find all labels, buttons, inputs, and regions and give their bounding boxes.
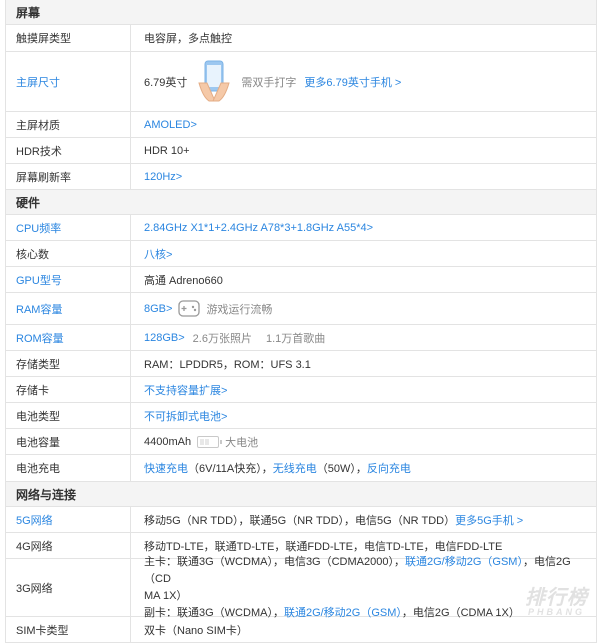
spec-row-hdr: HDR技术 HDR 10+ xyxy=(6,138,596,164)
spec-label: 核心数 xyxy=(6,241,131,266)
section-header-network: 网络与连接 xyxy=(6,482,596,507)
section-header-hardware: 硬件 xyxy=(6,190,596,215)
spec-label: 电池容量 xyxy=(6,429,131,454)
screen-size-value: 6.79英寸 xyxy=(144,76,188,89)
fast-charge-detail: （6V/11A快充）， xyxy=(188,463,273,475)
spec-value: AMOLED> xyxy=(131,112,596,137)
watermark-main: 排行榜 xyxy=(525,587,588,609)
spec-label: 3G网络 xyxy=(6,559,131,616)
rom-link[interactable]: 128GB> xyxy=(144,332,185,344)
spec-label-link[interactable]: 5G网络 xyxy=(6,507,131,532)
fast-charge-link[interactable]: 快速充电 xyxy=(144,460,188,476)
spec-value: 快速充电 （6V/11A快充）， 无线充电 （50W）， 反向充电 xyxy=(131,455,596,481)
section-header-screen: 屏幕 xyxy=(6,0,596,25)
spec-value: 电容屏，多点触控 xyxy=(144,33,232,45)
spec-row-battype: 电池类型 不可拆卸式电池> xyxy=(6,403,596,429)
spec-value: 6.79英寸 需双手打字 更多6.79英寸手机 > xyxy=(131,52,596,111)
spec-row-ram: RAM容量 8GB> 游戏运行流畅 xyxy=(6,293,596,325)
spec-label: 屏幕刷新率 xyxy=(6,164,131,189)
spec-row-sim: SIM卡类型 双卡（Nano SIM卡） xyxy=(6,617,596,643)
spec-row-3g: 3G网络 主卡：联通3G（WCDMA），电信3G（CDMA2000），联通2G/… xyxy=(6,556,596,619)
spec-label: 主屏材质 xyxy=(6,112,131,137)
spec-row-rom: ROM容量 128GB> 2.6万张照片 1.1万首歌曲 xyxy=(6,325,596,351)
spec-table: 屏幕 触摸屏类型 电容屏，多点触控 主屏尺寸 6.79英寸 需双手打字 更多6.… xyxy=(5,0,597,643)
two-hand-phone-icon xyxy=(197,59,231,105)
spec-value: 不支持容量扩展> xyxy=(131,377,596,402)
photo-count: 2.6万张照片 xyxy=(192,332,252,345)
capacity-hint: 大电池 xyxy=(225,436,259,449)
song-count: 1.1万首歌曲 xyxy=(265,332,326,345)
size-hint: 需双手打字 xyxy=(241,76,297,89)
spec-label: 电池充电 xyxy=(6,455,131,481)
spec-label-link[interactable]: CPU频率 xyxy=(6,215,131,240)
spec-value: 2.84GHz X1*1+2.4GHz A78*3+1.8GHz A55*4> xyxy=(131,215,596,240)
spec-label-link[interactable]: 主屏尺寸 xyxy=(6,52,131,111)
spec-row-card: 存储卡 不支持容量扩展> xyxy=(6,377,596,403)
spec-row-cpu: CPU频率 2.84GHz X1*1+2.4GHz A78*3+1.8GHz A… xyxy=(6,215,596,241)
section-title: 屏幕 xyxy=(16,5,41,20)
spec-label: 4G网络 xyxy=(6,533,131,558)
main-card-line-wrap: MA 1X） xyxy=(144,589,188,602)
spec-value: 双卡（Nano SIM卡） xyxy=(144,624,248,637)
spec-label: 存储类型 xyxy=(6,351,131,376)
spec-row-charging: 电池充电 快速充电 （6V/11A快充）， 无线充电 （50W）， 反向充电 xyxy=(6,455,596,482)
wireless-charge-link[interactable]: 无线充电 xyxy=(273,460,317,476)
main-card-text: 主卡：联通3G（WCDMA），电信3G（CDMA2000）， xyxy=(144,555,405,568)
spec-label-link[interactable]: GPU型号 xyxy=(6,267,131,292)
capacity-value: 4400mAh xyxy=(144,435,192,448)
spec-row-touch: 触摸屏类型 电容屏，多点触控 xyxy=(6,25,596,52)
more-5g-phones-link[interactable]: 更多5G手机 > xyxy=(455,512,523,528)
cpu-link[interactable]: 2.84GHz X1*1+2.4GHz A78*3+1.8GHz A55*4> xyxy=(144,222,373,234)
spec-value: 八核> xyxy=(131,241,596,266)
spec-row-material: 主屏材质 AMOLED> xyxy=(6,112,596,138)
spec-label-link[interactable]: RAM容量 xyxy=(6,293,131,324)
more-size-phones-link[interactable]: 更多6.79英寸手机 > xyxy=(304,74,401,90)
spec-value: 128GB> 2.6万张照片 1.1万首歌曲 xyxy=(131,325,596,350)
spec-value: 高通 Adreno660 xyxy=(144,274,223,287)
spec-value: 移动5G（NR TDD），联通5G（NR TDD），电信5G（NR TDD） 更… xyxy=(131,507,596,532)
spec-label: 电池类型 xyxy=(6,403,131,428)
spec-row-storage: 存储类型 RAM：LPDDR5，ROM：UFS 3.1 xyxy=(6,351,596,377)
spec-row-5g: 5G网络 移动5G（NR TDD），联通5G（NR TDD），电信5G（NR T… xyxy=(6,507,596,533)
ram-hint: 游戏运行流畅 xyxy=(206,303,273,316)
spec-value: 4400mAh 大电池 xyxy=(131,429,596,454)
spec-row-cores: 核心数 八核> xyxy=(6,241,596,267)
spec-row-capacity: 电池容量 4400mAh 大电池 xyxy=(6,429,596,455)
wireless-charge-detail: （50W）， xyxy=(316,463,367,475)
refresh-link[interactable]: 120Hz> xyxy=(144,171,182,183)
spec-row-size: 主屏尺寸 6.79英寸 需双手打字 更多6.79英寸手机 > xyxy=(6,52,596,112)
material-link[interactable]: AMOLED> xyxy=(144,119,197,131)
spec-value: 不可拆卸式电池> xyxy=(131,403,596,428)
cores-link[interactable]: 八核> xyxy=(144,246,172,262)
site-watermark: 排行榜 PHBANG xyxy=(525,587,588,619)
spec-value: 8GB> 游戏运行流畅 xyxy=(131,293,596,324)
card-link[interactable]: 不支持容量扩展> xyxy=(144,382,227,398)
spec-value: HDR 10+ xyxy=(144,144,190,157)
watermark-sub: PHBANG xyxy=(527,607,585,617)
spec-label: HDR技术 xyxy=(6,138,131,163)
spec-label: 触摸屏类型 xyxy=(6,25,131,51)
spec-label: 存储卡 xyxy=(6,377,131,402)
5g-value: 移动5G（NR TDD），联通5G（NR TDD），电信5G（NR TDD） xyxy=(144,514,456,527)
spec-row-gpu: GPU型号 高通 Adreno660 xyxy=(6,267,596,293)
spec-value: RAM：LPDDR5，ROM：UFS 3.1 xyxy=(144,358,311,371)
section-title: 网络与连接 xyxy=(16,487,77,502)
gamepad-icon xyxy=(178,299,201,318)
spec-label-link[interactable]: ROM容量 xyxy=(6,325,131,350)
spec-row-refresh: 屏幕刷新率 120Hz> xyxy=(6,164,596,190)
spec-value: 120Hz> xyxy=(131,164,596,189)
battery-type-link[interactable]: 不可拆卸式电池> xyxy=(144,408,227,424)
ram-link[interactable]: 8GB> xyxy=(144,303,172,315)
battery-icon xyxy=(197,435,223,448)
reverse-charge-link[interactable]: 反向充电 xyxy=(367,460,411,476)
section-title: 硬件 xyxy=(16,195,41,210)
main-card-line: 主卡：联通3G（WCDMA），电信3G（CDMA2000），联通2G/移动2G（… xyxy=(144,554,596,588)
spec-label: SIM卡类型 xyxy=(6,617,131,642)
main-card-2g-link[interactable]: 联通2G/移动2G（GSM） xyxy=(405,556,523,568)
